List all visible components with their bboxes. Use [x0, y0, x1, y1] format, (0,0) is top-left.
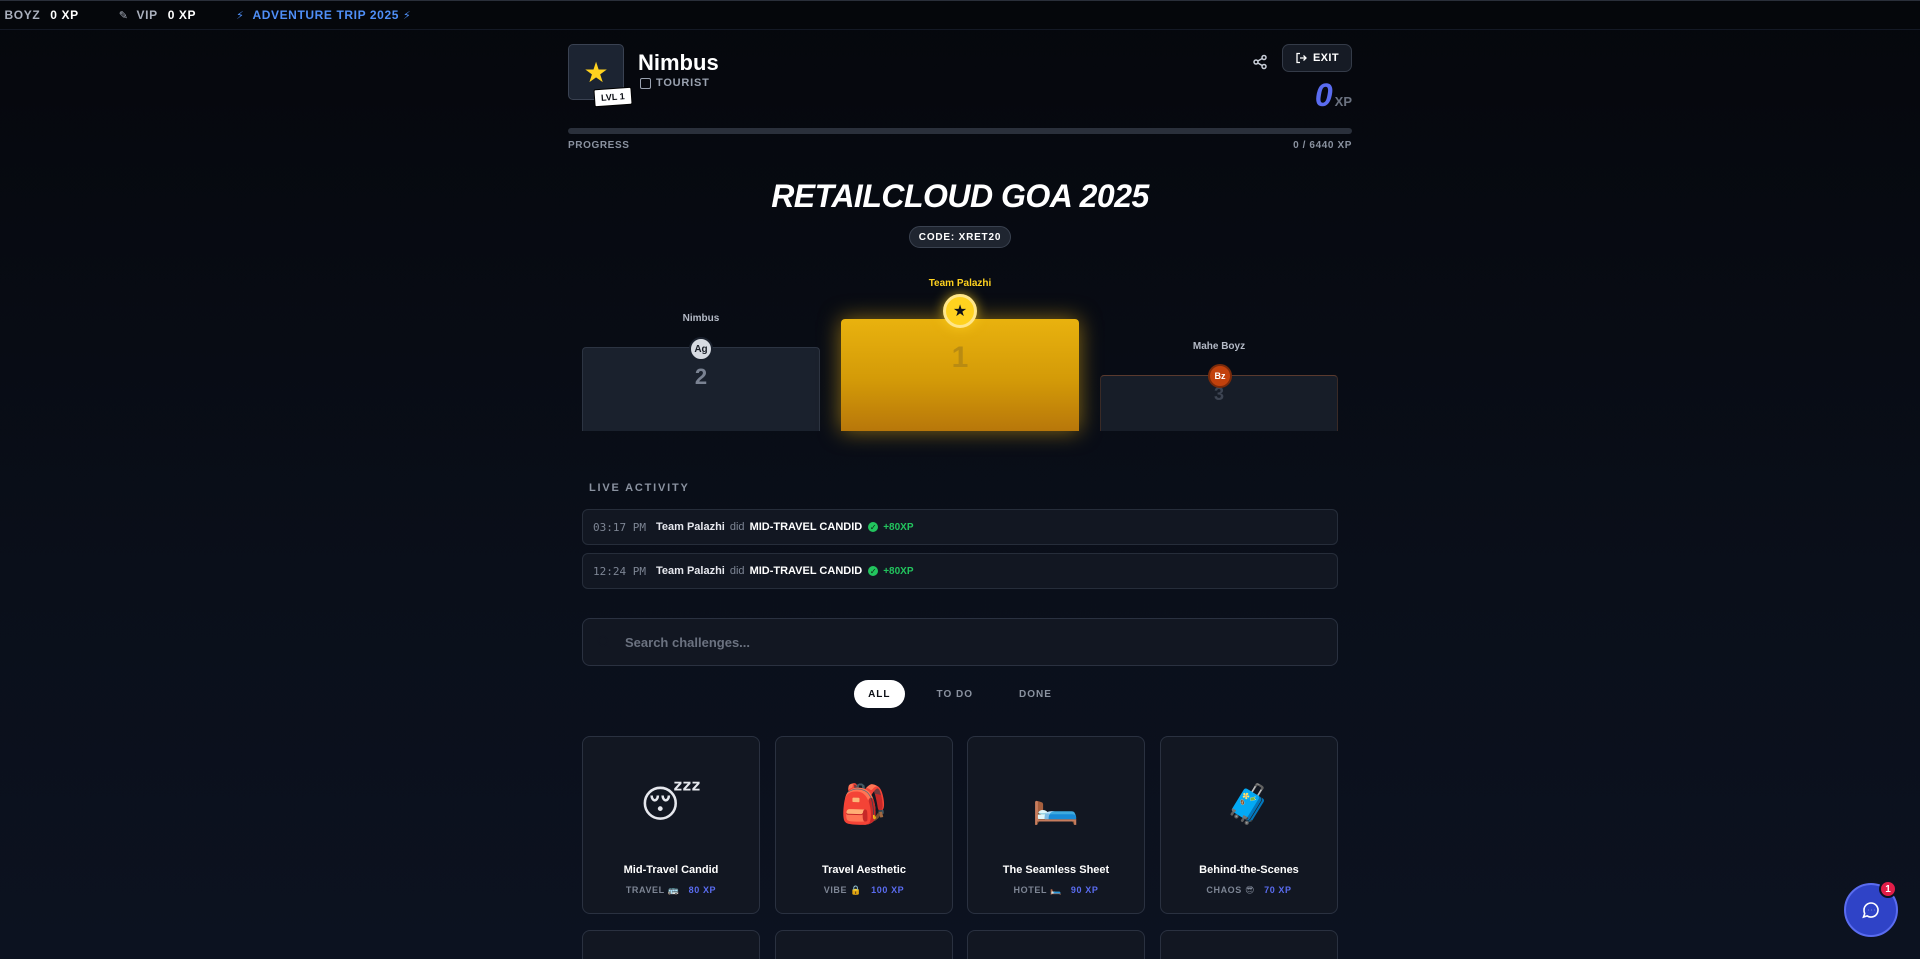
challenge-meta: TRAVEL 🚌 80 XP — [583, 885, 759, 896]
search-input[interactable] — [625, 634, 1305, 650]
filter-all[interactable]: ALL — [854, 680, 905, 708]
exit-button[interactable]: EXIT — [1281, 44, 1352, 72]
challenge-category: CHAOS — [1206, 885, 1242, 895]
challenge-xp: 100 XP — [871, 885, 905, 895]
podium-avatar-second: Ag — [689, 337, 713, 361]
activity-time: 12:24 PM — [593, 564, 646, 578]
star-icon: ★ — [952, 303, 968, 320]
challenge-card[interactable] — [775, 930, 953, 959]
podium-avatar-first: ★ — [943, 294, 977, 328]
challenge-category: VIBE — [823, 885, 848, 895]
main-container: ★ LVL 1 Nimbus TOURIST EXIT 0 XP PROGRES… — [568, 44, 1352, 959]
bed-icon: 🛏️ — [1032, 784, 1080, 826]
category-icon: 🔒 — [850, 885, 863, 895]
podium-avatar-third: Bz — [1208, 364, 1232, 388]
activity-verb: did — [729, 565, 745, 577]
challenge-category: HOTEL — [1013, 885, 1047, 895]
challenge-card[interactable]: 🎒 Travel Aesthetic VIBE 🔒 100 XP — [775, 736, 953, 914]
activity-team: Team Palazhi — [655, 565, 725, 577]
challenge-title: The Seamless Sheet — [1002, 864, 1110, 876]
ticker-name: ADVENTURE TRIP 2025 — [252, 8, 399, 22]
challenge-xp: 90 XP — [1070, 885, 1099, 895]
ticker-bar: E BOYZ 0 XP ✎ VIP 0 XP ⚡ ADVENTURE TRIP … — [0, 0, 1920, 30]
category-icon: 😎 — [1245, 885, 1255, 895]
star-icon: ★ — [583, 56, 609, 88]
check-icon: ✓ — [868, 566, 879, 576]
challenge-category: TRAVEL — [625, 885, 665, 895]
challenge-meta: CHAOS 😎 70 XP — [1161, 885, 1337, 896]
username: Nimbus — [638, 50, 719, 75]
podium-first: 1 — [841, 319, 1079, 431]
challenge-meta: VIBE 🔒 100 XP — [776, 885, 952, 896]
luggage-icon: 🧳 — [1225, 784, 1273, 826]
check-icon: ✓ — [868, 522, 879, 532]
challenge-xp: 70 XP — [1264, 885, 1292, 895]
challenge-card[interactable]: 🧳 Behind-the-Scenes CHAOS 😎 70 XP — [1160, 736, 1338, 914]
ticker-item: E BOYZ 0 XP — [0, 8, 79, 22]
activity-xp: +80XP — [883, 565, 914, 577]
podium-rank: 2 — [694, 364, 708, 389]
challenge-card[interactable]: 🛏️ The Seamless Sheet HOTEL 🛏️ 90 XP — [967, 736, 1145, 914]
challenge-meta: HOTEL 🛏️ 90 XP — [968, 885, 1144, 896]
sleeping-face-icon: 😴 — [640, 784, 702, 826]
xp-value: 0 — [1314, 77, 1333, 113]
ticker-xp: 0 XP — [50, 8, 79, 22]
ticker-item: ✎ VIP 0 XP — [119, 8, 196, 22]
ticker-item: ⚡ ADVENTURE TRIP 2025 ⚡ — [236, 8, 419, 22]
ticker-xp: 0 XP — [167, 8, 197, 22]
filter-todo[interactable]: TO DO — [923, 680, 987, 708]
podium-name-first: Team Palazhi — [928, 278, 992, 289]
lightning-icon: ⚡ — [403, 9, 412, 22]
profile-header: ★ LVL 1 Nimbus TOURIST EXIT 0 XP — [568, 44, 1352, 124]
chat-icon — [1862, 902, 1879, 919]
progress-value: 0 / 6440 XP — [1293, 140, 1352, 151]
podium-name-third: Mahe Boyz — [1192, 341, 1246, 352]
role-text: TOURIST — [656, 77, 710, 89]
activity-challenge: MID-TRAVEL CANDID — [749, 521, 863, 533]
xp-unit: XP — [1334, 94, 1352, 109]
podium-rank: 1 — [951, 341, 969, 374]
category-icon: 🚌 — [667, 885, 680, 895]
share-icon[interactable] — [1248, 50, 1272, 74]
ticker-name: E BOYZ — [0, 8, 41, 22]
challenge-title: Travel Aesthetic — [822, 864, 906, 876]
xp-total: 0 XP — [1315, 77, 1352, 114]
challenge-card[interactable] — [1160, 930, 1338, 959]
category-icon: 🛏️ — [1050, 885, 1062, 895]
progress-bar — [568, 128, 1352, 134]
activity-row: 03:17 PM Team Palazhi did MID-TRAVEL CAN… — [582, 509, 1338, 545]
challenge-title: Mid-Travel Candid — [623, 864, 719, 876]
progress-label: PROGRESS — [568, 140, 630, 151]
activity-row: 12:24 PM Team Palazhi did MID-TRAVEL CAN… — [582, 553, 1338, 589]
search-box[interactable] — [582, 618, 1338, 666]
ticker-name: VIP — [136, 8, 158, 22]
exit-label: EXIT — [1312, 52, 1339, 64]
level-badge: LVL 1 — [593, 86, 633, 108]
challenge-card[interactable]: 😴 Mid-Travel Candid TRAVEL 🚌 80 XP — [582, 736, 760, 914]
event-code-badge[interactable]: CODE: XRET20 — [909, 226, 1011, 248]
podium-name-second: Nimbus — [682, 313, 720, 324]
search-icon — [597, 635, 611, 649]
notification-badge: 1 — [1879, 880, 1897, 898]
event-title: RETAILCLOUD GOA 2025 — [771, 178, 1149, 214]
role-label: TOURIST — [640, 77, 710, 89]
pencil-icon: ✎ — [118, 9, 129, 22]
challenge-card[interactable] — [967, 930, 1145, 959]
filter-done[interactable]: DONE — [1005, 680, 1066, 708]
activity-verb: did — [729, 521, 745, 533]
challenge-xp: 80 XP — [688, 885, 717, 895]
briefcase-icon — [640, 77, 651, 89]
live-activity-title: LIVE ACTIVITY — [589, 482, 690, 494]
lightning-icon: ⚡ — [236, 9, 245, 22]
activity-xp: +80XP — [883, 521, 914, 533]
filter-tabs: ALL TO DO DONE — [568, 680, 1352, 708]
activity-challenge: MID-TRAVEL CANDID — [749, 565, 863, 577]
activity-team: Team Palazhi — [655, 521, 725, 533]
backpack-icon: 🎒 — [840, 784, 888, 826]
activity-time: 03:17 PM — [593, 520, 646, 534]
exit-icon — [1296, 52, 1307, 64]
challenge-title: Behind-the-Scenes — [1199, 864, 1299, 876]
challenge-card[interactable] — [582, 930, 760, 959]
